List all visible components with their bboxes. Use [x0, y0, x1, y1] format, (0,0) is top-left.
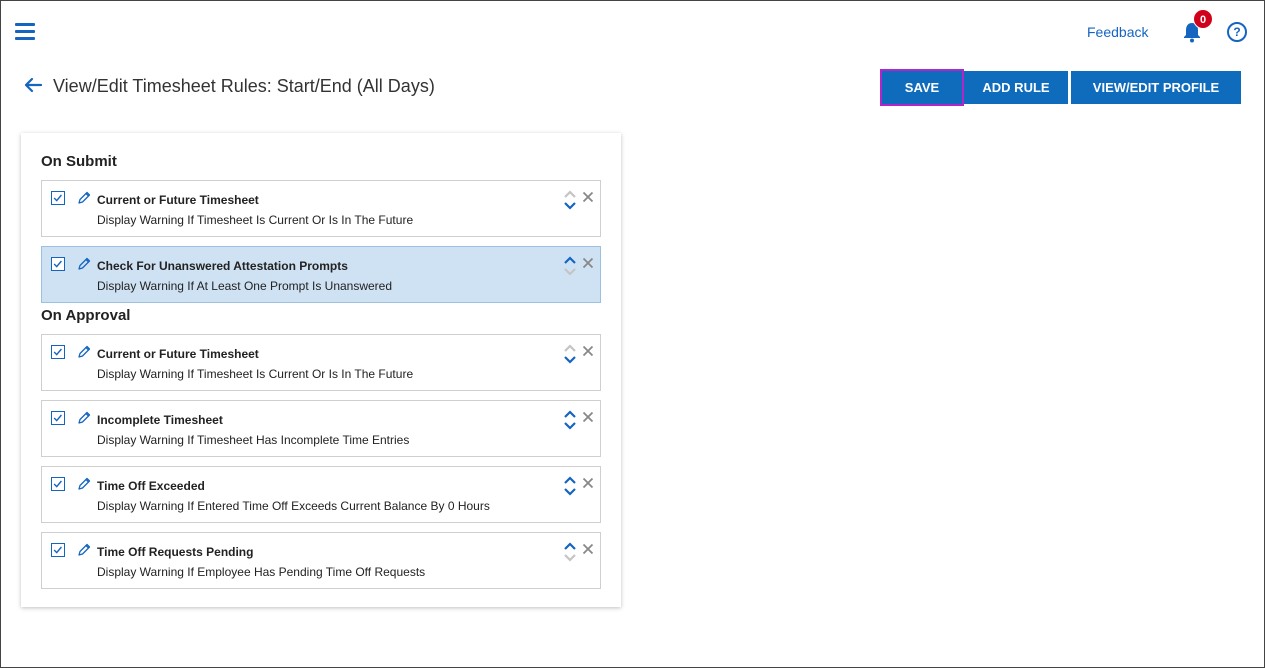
- close-icon[interactable]: [582, 411, 594, 423]
- pencil-icon[interactable]: [76, 190, 92, 206]
- rule-checkbox[interactable]: [51, 191, 65, 205]
- pencil-icon[interactable]: [76, 410, 92, 426]
- rules-panel: On Submit Current or Future Timesheet Di…: [21, 133, 621, 607]
- close-icon[interactable]: [582, 257, 594, 269]
- pencil-icon[interactable]: [76, 476, 92, 492]
- app-window: Feedback 0 ? View/Edit Timesheet Rules: …: [0, 0, 1265, 668]
- reorder-arrows-icon[interactable]: [563, 189, 577, 211]
- menu-icon[interactable]: [15, 23, 35, 41]
- rule-item[interactable]: Time Off Exceeded Display Warning If Ent…: [41, 466, 601, 523]
- close-icon[interactable]: [582, 345, 594, 357]
- rule-item[interactable]: Time Off Requests Pending Display Warnin…: [41, 532, 601, 589]
- help-icon[interactable]: ?: [1227, 22, 1247, 42]
- reorder-arrows-icon[interactable]: [563, 255, 577, 277]
- rule-item[interactable]: Current or Future Timesheet Display Warn…: [41, 180, 601, 237]
- rule-title: Current or Future Timesheet: [97, 347, 259, 361]
- view-edit-profile-button[interactable]: VIEW/EDIT PROFILE: [1071, 71, 1241, 104]
- rule-checkbox[interactable]: [51, 257, 65, 271]
- feedback-link[interactable]: Feedback: [1087, 24, 1148, 40]
- rule-title: Incomplete Timesheet: [97, 413, 223, 427]
- rule-checkbox[interactable]: [51, 411, 65, 425]
- rule-item[interactable]: Check For Unanswered Attestation Prompts…: [41, 246, 601, 303]
- save-button[interactable]: SAVE: [880, 69, 964, 106]
- pencil-icon[interactable]: [76, 256, 92, 272]
- rule-title: Time Off Exceeded: [97, 479, 205, 493]
- close-icon[interactable]: [582, 477, 594, 489]
- back-arrow-icon[interactable]: [23, 75, 43, 95]
- rule-description: Display Warning If Timesheet Is Current …: [97, 213, 414, 227]
- add-rule-button[interactable]: ADD RULE: [964, 71, 1068, 104]
- reorder-arrows-icon[interactable]: [563, 343, 577, 365]
- close-icon[interactable]: [582, 543, 594, 555]
- reorder-arrows-icon[interactable]: [563, 541, 577, 563]
- page-title: View/Edit Timesheet Rules: Start/End (Al…: [53, 76, 435, 96]
- rule-checkbox[interactable]: [51, 543, 65, 557]
- reorder-arrows-icon[interactable]: [563, 475, 577, 497]
- close-icon[interactable]: [582, 191, 594, 203]
- rule-item[interactable]: Current or Future Timesheet Display Warn…: [41, 334, 601, 391]
- notification-badge: 0: [1193, 9, 1213, 29]
- rule-title: Time Off Requests Pending: [97, 545, 254, 559]
- rule-description: Display Warning If Employee Has Pending …: [97, 565, 426, 579]
- rule-checkbox[interactable]: [51, 345, 65, 359]
- rule-description: Display Warning If Timesheet Is Current …: [97, 367, 414, 381]
- reorder-arrows-icon[interactable]: [563, 409, 577, 431]
- section-title-on-submit: On Submit: [41, 153, 117, 170]
- rule-description: Display Warning If Entered Time Off Exce…: [97, 499, 490, 513]
- rule-description: Display Warning If Timesheet Has Incompl…: [97, 433, 410, 447]
- rule-title: Current or Future Timesheet: [97, 193, 259, 207]
- rule-description: Display Warning If At Least One Prompt I…: [97, 279, 393, 293]
- rule-checkbox[interactable]: [51, 477, 65, 491]
- pencil-icon[interactable]: [76, 542, 92, 558]
- rule-item[interactable]: Incomplete Timesheet Display Warning If …: [41, 400, 601, 457]
- pencil-icon[interactable]: [76, 344, 92, 360]
- section-title-on-approval: On Approval: [41, 307, 131, 324]
- rule-title: Check For Unanswered Attestation Prompts: [97, 259, 348, 273]
